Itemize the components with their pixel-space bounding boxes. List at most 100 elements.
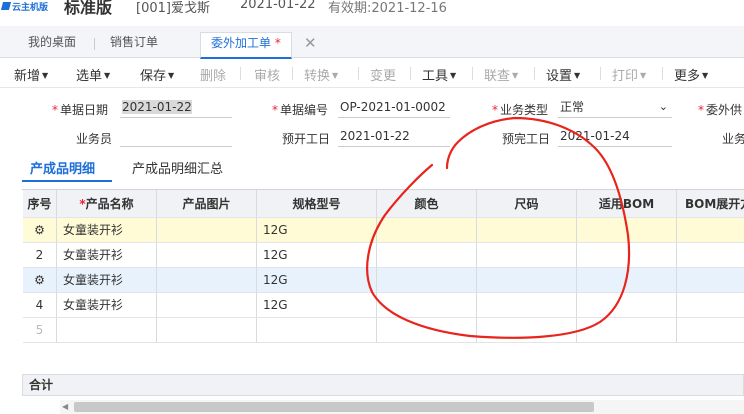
row-color[interactable] — [377, 318, 477, 343]
subtab-product-detail[interactable]: 产成品明细 — [30, 158, 95, 177]
tab-outsource-label: 委外加工单 — [211, 36, 272, 50]
col-spec[interactable]: 规格型号 — [257, 190, 377, 218]
scrollbar-thumb[interactable] — [74, 402, 594, 412]
row-color[interactable] — [377, 293, 477, 318]
col-size[interactable]: 尺码 — [477, 190, 577, 218]
new-button[interactable]: 新增 ▼ — [14, 65, 48, 84]
delete-button[interactable]: 删除 — [200, 65, 226, 84]
doc-no-label: * 单据编号 — [272, 103, 329, 117]
more-button[interactable]: 更多 ▼ — [674, 65, 708, 84]
row-spec[interactable] — [257, 318, 377, 343]
row-size[interactable] — [477, 318, 577, 343]
start-date-field[interactable]: 2021-01-22 — [338, 127, 450, 147]
table-row[interactable]: 4 女童装开衫 12G — [23, 293, 744, 318]
scroll-left-icon[interactable]: ◀ — [62, 402, 68, 411]
login-date: 2021-01-22 — [240, 0, 316, 12]
tab-modified-marker: * — [274, 36, 281, 50]
chevron-down-icon: ▼ — [512, 71, 519, 80]
change-button[interactable]: 变更 — [370, 65, 396, 84]
tab-my-desktop[interactable]: 我的桌面 — [18, 32, 86, 58]
col-bom[interactable]: 适用BOM — [577, 190, 677, 218]
save-button[interactable]: 保存 ▼ — [140, 65, 174, 84]
col-product-name[interactable]: *产品名称 — [57, 190, 157, 218]
biz-type-select[interactable]: 正常 ⌄ — [558, 98, 672, 118]
convert-button[interactable]: 转换 ▼ — [304, 65, 338, 84]
chevron-down-icon: ▼ — [640, 71, 647, 80]
row-size[interactable] — [477, 293, 577, 318]
table-row[interactable]: ⚙ 女童装开衫 12G — [23, 218, 744, 243]
row-spec[interactable]: 12G — [257, 293, 377, 318]
audit-button[interactable]: 审核 — [254, 65, 280, 84]
row-bom[interactable] — [577, 243, 677, 268]
select-button[interactable]: 选单 ▼ — [76, 65, 110, 84]
tools-button[interactable]: 工具 ▼ — [422, 65, 456, 84]
row-product-image[interactable] — [157, 218, 257, 243]
row-bom[interactable] — [577, 218, 677, 243]
doc-date-field[interactable]: 2021-01-22 — [120, 98, 232, 118]
chevron-down-icon: ▼ — [450, 71, 457, 80]
salesman-field[interactable] — [120, 127, 232, 147]
table-row[interactable]: 2 女童装开衫 12G — [23, 243, 744, 268]
row-size[interactable] — [477, 218, 577, 243]
subtab-product-summary[interactable]: 产成品明细汇总 — [132, 158, 223, 177]
row-product-image[interactable] — [157, 243, 257, 268]
row-color[interactable] — [377, 268, 477, 293]
logo-text: 云主机版 — [12, 2, 49, 13]
row-product-name[interactable]: 女童装开衫 — [57, 268, 157, 293]
chevron-down-icon: ▼ — [702, 71, 709, 80]
row-product-image[interactable] — [157, 293, 257, 318]
settings-button[interactable]: 设置 ▼ — [546, 65, 580, 84]
print-button[interactable]: 打印 ▼ — [612, 65, 646, 84]
logo-mark-icon — [0, 2, 12, 10]
company-name: [001]爱戈斯 — [136, 1, 210, 16]
finish-date-field[interactable]: 2021-01-24 — [558, 127, 672, 147]
row-spec[interactable]: 12G — [257, 268, 377, 293]
col-color[interactable]: 颜色 — [377, 190, 477, 218]
row-color[interactable] — [377, 243, 477, 268]
row-gear-icon[interactable]: ⚙ — [23, 218, 57, 243]
toolbar-divider — [358, 67, 359, 80]
tab-outsource-order[interactable]: 委外加工单 * — [200, 32, 292, 59]
tab-sales-order[interactable]: 销售订单 — [100, 32, 168, 58]
row-size[interactable] — [477, 243, 577, 268]
row-color[interactable] — [377, 218, 477, 243]
row-product-image[interactable] — [157, 268, 257, 293]
col-product-image[interactable]: 产品图片 — [157, 190, 257, 218]
row-product-name[interactable]: 女童装开衫 — [57, 243, 157, 268]
toolbar-divider — [292, 67, 293, 80]
tab-divider — [94, 38, 95, 50]
select-button-label: 选单 — [76, 69, 103, 84]
row-bom-expand[interactable] — [677, 318, 744, 343]
row-seq: 5 — [23, 318, 57, 343]
grid-header: 序号 *产品名称 产品图片 规格型号 颜色 尺码 适用BOM BOM展开方 — [23, 190, 744, 218]
valid-until: 有效期:2021-12-16 — [328, 1, 447, 16]
doc-no-field[interactable]: OP-2021-01-0002 — [338, 98, 450, 118]
row-bom-expand[interactable] — [677, 218, 744, 243]
title-bar: 云主机版 标准版 [001]爱戈斯 2021-01-22 有效期:2021-12… — [0, 0, 744, 26]
col-seq[interactable]: 序号 — [23, 190, 57, 218]
row-bom-expand[interactable] — [677, 243, 744, 268]
row-product-name[interactable]: 女童装开衫 — [57, 293, 157, 318]
row-product-image[interactable] — [157, 318, 257, 343]
row-gear-icon[interactable]: ⚙ — [23, 268, 57, 293]
row-bom-expand[interactable] — [677, 268, 744, 293]
horizontal-scrollbar[interactable]: ◀ — [60, 400, 744, 414]
table-row[interactable]: ⚙ 女童装开衫 12G — [23, 268, 744, 293]
query-button[interactable]: 联查 ▼ — [484, 65, 518, 84]
biz-type-label: * 业务类型 — [492, 103, 549, 117]
tab-close-icon[interactable]: ✕ — [304, 34, 317, 52]
row-product-name[interactable] — [57, 318, 157, 343]
row-product-name[interactable]: 女童装开衫 — [57, 218, 157, 243]
row-bom[interactable] — [577, 293, 677, 318]
row-bom[interactable] — [577, 318, 677, 343]
row-spec[interactable]: 12G — [257, 218, 377, 243]
salesman-label: 业务员 — [76, 132, 113, 146]
table-row[interactable]: 5 — [23, 318, 744, 343]
business-label: 业务 — [722, 132, 744, 146]
toolbar-divider — [240, 67, 241, 80]
row-size[interactable] — [477, 268, 577, 293]
row-bom-expand[interactable] — [677, 293, 744, 318]
row-bom[interactable] — [577, 268, 677, 293]
col-bom-expand[interactable]: BOM展开方 — [677, 190, 744, 218]
row-spec[interactable]: 12G — [257, 243, 377, 268]
